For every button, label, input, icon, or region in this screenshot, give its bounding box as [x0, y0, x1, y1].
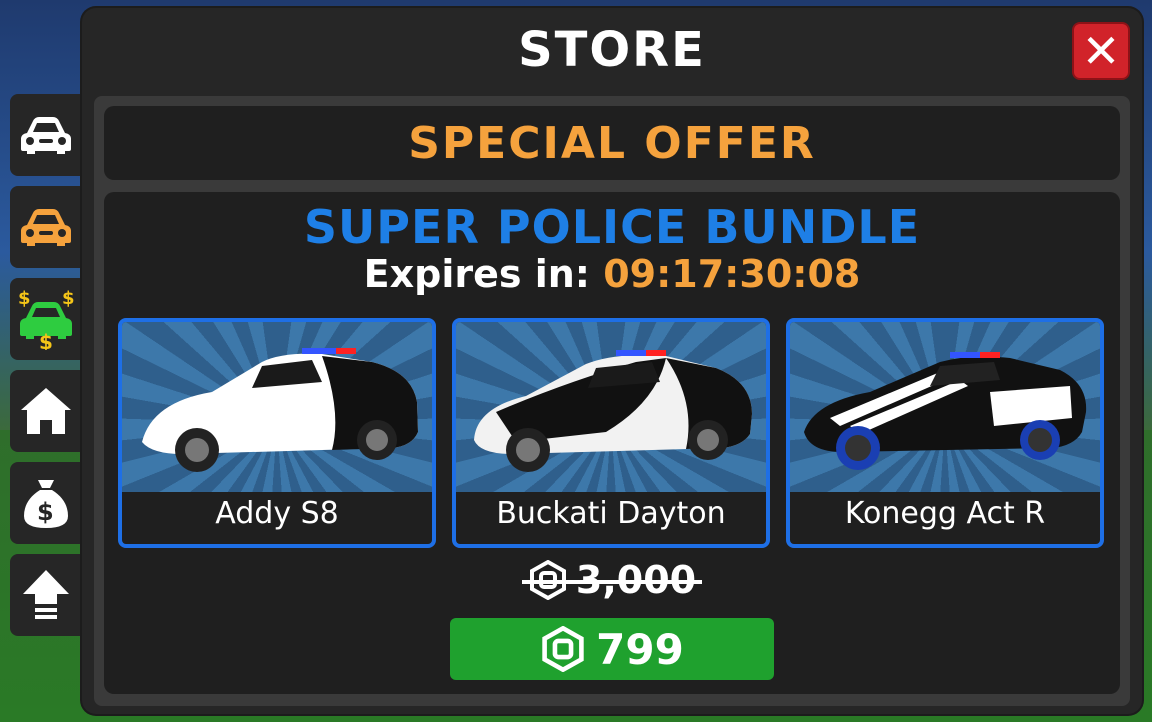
nav-home-button[interactable]	[10, 370, 82, 452]
nav-premium-cars-button[interactable]	[10, 186, 82, 268]
police-car-illustration	[142, 348, 418, 472]
car-card-addy-s8[interactable]: Addy S8	[118, 318, 436, 548]
buy-bundle-button[interactable]: 799	[450, 618, 774, 680]
car-money-icon: $ $ $	[18, 288, 75, 350]
strikethrough-line	[521, 580, 703, 584]
bundle-title: SUPER POLICE BUNDLE	[303, 200, 921, 254]
store-window: STORE ✕ SPECIAL OFFER SUPER POLICE BUNDL…	[82, 8, 1142, 714]
original-price: 3,000	[104, 558, 1120, 609]
nav-money-button[interactable]: $	[10, 462, 82, 544]
special-offer-banner: SPECIAL OFFER	[104, 106, 1120, 180]
police-car-illustration	[804, 352, 1087, 470]
car-name: Konegg Act R	[844, 496, 1046, 531]
car-card-buckati-dayton[interactable]: Buckati Dayton	[452, 318, 770, 548]
svg-text:$: $	[62, 288, 75, 309]
close-icon: ✕	[1081, 24, 1121, 78]
special-offer-title: SPECIAL OFFER	[408, 117, 816, 169]
car-card-konegg-act-r[interactable]: Konegg Act R	[786, 318, 1104, 548]
expires-timer: 09:17:30:08	[603, 252, 861, 296]
police-car-illustration	[474, 350, 752, 472]
car-image	[790, 322, 1100, 492]
car-white-icon	[21, 117, 71, 154]
sale-price: 799	[596, 624, 684, 674]
svg-text:$: $	[18, 288, 31, 309]
money-bag-icon: $	[24, 480, 68, 528]
svg-text:$: $	[37, 498, 54, 526]
nav-upgrade-button[interactable]	[10, 554, 82, 636]
upgrade-arrow-icon	[23, 570, 69, 619]
nav-cars-button[interactable]	[10, 94, 82, 176]
expires-label: Expires in:	[363, 252, 604, 296]
expires-row: Expires in: 09:17:30:08	[104, 252, 1120, 296]
home-icon	[21, 388, 71, 434]
car-name: Buckati Dayton	[496, 496, 726, 531]
robux-icon	[542, 626, 584, 672]
svg-text:$: $	[39, 330, 53, 350]
car-name: Addy S8	[215, 496, 339, 531]
car-image	[456, 322, 766, 492]
nav-sell-cars-button[interactable]: $ $ $	[10, 278, 82, 360]
car-image	[122, 322, 432, 492]
car-orange-icon	[21, 209, 71, 246]
close-button[interactable]: ✕	[1072, 22, 1130, 80]
bundle-panel: SUPER POLICE BUNDLE Expires in: 09:17:30…	[104, 192, 1120, 694]
content-frame: SPECIAL OFFER SUPER POLICE BUNDLE Expire…	[94, 96, 1130, 706]
store-title: STORE	[518, 22, 706, 78]
